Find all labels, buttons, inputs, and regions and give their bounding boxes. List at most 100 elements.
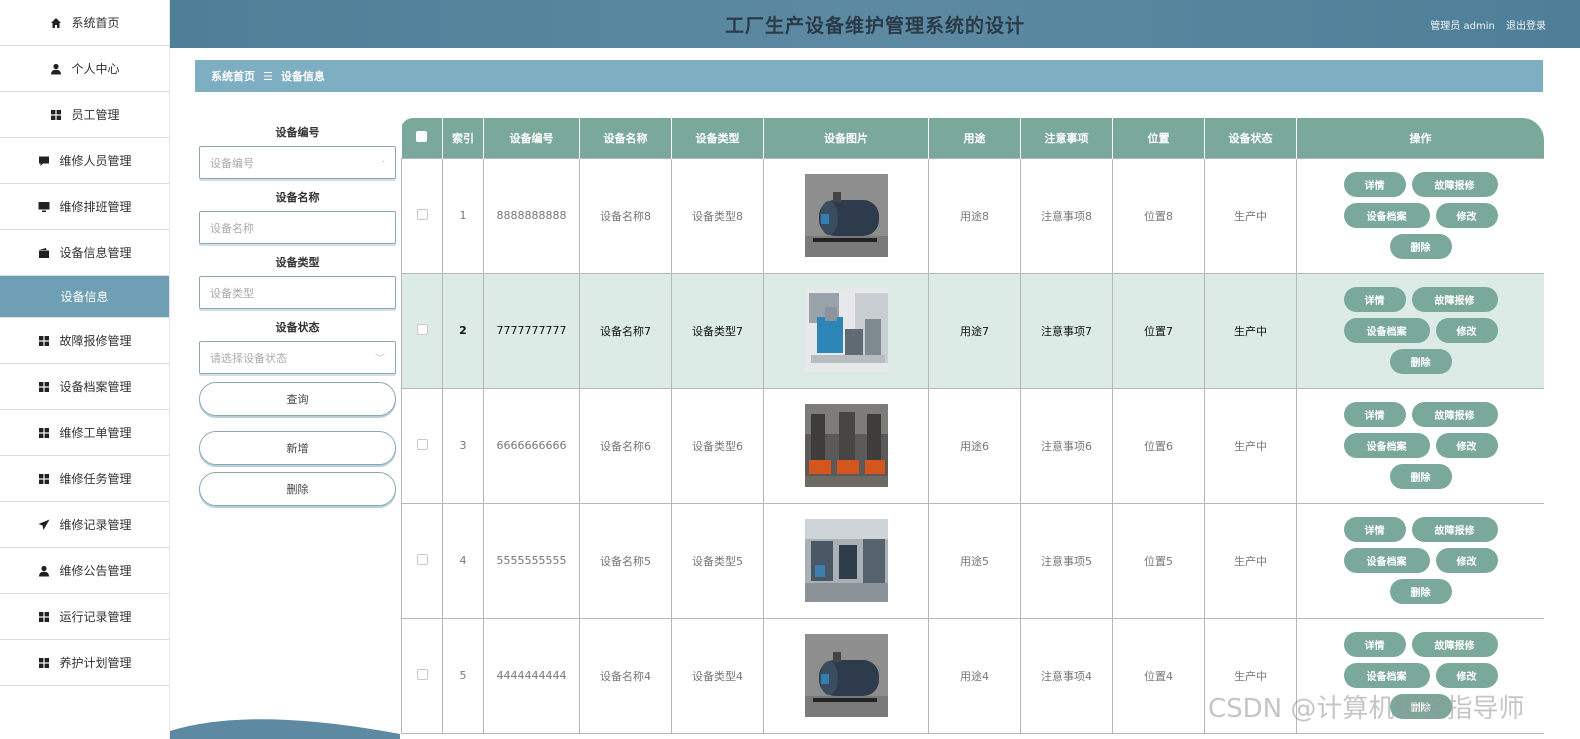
- sidebar-item[interactable]: 系统首页: [0, 0, 169, 46]
- delete-button[interactable]: 删除: [1389, 234, 1452, 259]
- row-checkbox[interactable]: [416, 323, 428, 335]
- cell-actions: 详情 故障报修设备档案 修改删除: [1296, 387, 1544, 504]
- detail-button[interactable]: 详情: [1343, 402, 1406, 427]
- row-select-cell: [401, 272, 443, 389]
- sidebar-item[interactable]: 维修记录管理: [0, 502, 169, 548]
- sidebar-item[interactable]: 设备信息: [0, 276, 169, 318]
- equipment-image[interactable]: [804, 289, 888, 372]
- cell-type: 设备类型8: [671, 157, 764, 274]
- row-checkbox[interactable]: [416, 553, 428, 565]
- fault-report-button[interactable]: 故障报修: [1411, 402, 1498, 427]
- cell-status: 生产中: [1204, 157, 1297, 274]
- sidebar-item-label: 维修任务管理: [59, 472, 132, 486]
- edit-button[interactable]: 修改: [1435, 318, 1498, 343]
- fault-report-button[interactable]: 故障报修: [1411, 287, 1498, 312]
- row-select-cell: [401, 502, 443, 619]
- edit-button[interactable]: 修改: [1435, 203, 1498, 228]
- edit-button[interactable]: 修改: [1435, 663, 1498, 688]
- cell-location: 位置4: [1112, 617, 1205, 734]
- sidebar-item[interactable]: 设备档案管理: [0, 364, 169, 410]
- table-row[interactable]: 1 8888888888 设备名称8 设备类型8 用途8 注意事项8 位置8 生产中 详情 故障报…: [401, 157, 1544, 274]
- sidebar-item[interactable]: 维修人员管理: [0, 138, 169, 184]
- logout-link[interactable]: 退出登录: [1506, 21, 1546, 32]
- cell-code: 4444444444: [483, 617, 580, 734]
- detail-button[interactable]: 详情: [1343, 632, 1406, 657]
- sidebar-item-label: 设备信息管理: [59, 246, 132, 260]
- cell-location: 位置7: [1112, 272, 1205, 389]
- edit-button[interactable]: 修改: [1435, 433, 1498, 458]
- equipment-image[interactable]: [804, 634, 888, 717]
- archive-button[interactable]: 设备档案: [1343, 318, 1430, 343]
- fault-report-button[interactable]: 故障报修: [1411, 172, 1498, 197]
- batch-delete-button[interactable]: 删除: [199, 472, 396, 506]
- query-button[interactable]: 查询: [199, 382, 396, 416]
- wallet-icon: [37, 246, 51, 260]
- sidebar-item[interactable]: 维修排班管理: [0, 184, 169, 230]
- chevron-down-icon: ﹀: [375, 354, 385, 365]
- row-checkbox[interactable]: [416, 208, 428, 220]
- sidebar-item[interactable]: 设备信息管理: [0, 230, 169, 276]
- sidebar-item-label: 故障报修管理: [59, 334, 132, 348]
- sidebar-item[interactable]: 员工管理: [0, 92, 169, 138]
- cell-note: 注意事项5: [1020, 502, 1113, 619]
- row-checkbox[interactable]: [416, 438, 428, 450]
- grid-icon: [37, 610, 51, 624]
- cell-use: 用途8: [928, 157, 1021, 274]
- table-row[interactable]: 4 5555555555 设备名称5 设备类型5 用途5 注意事项5 位置5 生产中 详情 故障报…: [401, 502, 1544, 619]
- edit-button[interactable]: 修改: [1435, 548, 1498, 573]
- cell-image: [763, 387, 929, 504]
- archive-button[interactable]: 设备档案: [1343, 433, 1430, 458]
- detail-button[interactable]: 详情: [1343, 517, 1406, 542]
- archive-button[interactable]: 设备档案: [1343, 548, 1430, 573]
- grid-icon: [37, 334, 51, 348]
- name-input[interactable]: 设备名称: [199, 211, 396, 244]
- fault-report-button[interactable]: 故障报修: [1411, 632, 1498, 657]
- sidebar-item[interactable]: 故障报修管理: [0, 318, 169, 364]
- sidebar-item[interactable]: 运行记录管理: [0, 594, 169, 640]
- cell-name: 设备名称8: [579, 157, 672, 274]
- cell-location: 位置6: [1112, 387, 1205, 504]
- grid-icon: [49, 108, 63, 122]
- cell-index: 3: [442, 387, 484, 504]
- type-input[interactable]: 设备类型: [199, 276, 396, 309]
- breadcrumb-home[interactable]: 系统首页: [211, 68, 255, 84]
- cell-note: 注意事项4: [1020, 617, 1113, 734]
- cell-code: 6666666666: [483, 387, 580, 504]
- select-all-checkbox[interactable]: [416, 130, 428, 142]
- detail-button[interactable]: 详情: [1343, 172, 1406, 197]
- delete-button[interactable]: 删除: [1389, 349, 1452, 374]
- code-input[interactable]: 设备编号 ·: [199, 146, 396, 179]
- equipment-image[interactable]: [804, 174, 888, 257]
- header-type: 设备类型: [671, 118, 764, 158]
- breadcrumb: 系统首页 ☰ 设备信息: [195, 60, 1543, 92]
- sidebar-item[interactable]: 个人中心: [0, 46, 169, 92]
- cell-use: 用途4: [928, 617, 1021, 734]
- archive-button[interactable]: 设备档案: [1343, 663, 1430, 688]
- cell-code: 5555555555: [483, 502, 580, 619]
- delete-button[interactable]: 删除: [1389, 464, 1452, 489]
- delete-button[interactable]: 删除: [1389, 579, 1452, 604]
- table-row[interactable]: 3 6666666666 设备名称6 设备类型6 用途6 注意事项6 位置6 生产中 详情 故障报…: [401, 387, 1544, 504]
- detail-button[interactable]: 详情: [1343, 287, 1406, 312]
- sidebar-item[interactable]: 维修任务管理: [0, 456, 169, 502]
- row-checkbox[interactable]: [416, 668, 428, 680]
- cell-type: 设备类型6: [671, 387, 764, 504]
- fault-report-button[interactable]: 故障报修: [1411, 517, 1498, 542]
- equipment-image[interactable]: [804, 519, 888, 602]
- sidebar-item[interactable]: 养护计划管理: [0, 640, 169, 686]
- row-select-cell: [401, 157, 443, 274]
- cell-status: 生产中: [1204, 387, 1297, 504]
- sidebar-item-label: 维修排班管理: [59, 200, 132, 214]
- sidebar-item[interactable]: 维修公告管理: [0, 548, 169, 594]
- row-select-cell: [401, 387, 443, 504]
- add-button[interactable]: 新增: [199, 431, 396, 465]
- sidebar-item[interactable]: 维修工单管理: [0, 410, 169, 456]
- archive-button[interactable]: 设备档案: [1343, 203, 1430, 228]
- status-select-placeholder: 请选择设备状态: [210, 351, 287, 365]
- cell-code: 7777777777: [483, 272, 580, 389]
- table-row[interactable]: 2 7777777777 设备名称7 设备类型7 用途7 注意事项7 位置7 生产中 详情 故障报…: [401, 272, 1544, 389]
- cell-name: 设备名称7: [579, 272, 672, 389]
- cell-use: 用途7: [928, 272, 1021, 389]
- equipment-image[interactable]: [804, 404, 888, 487]
- status-select[interactable]: 请选择设备状态 ﹀: [199, 341, 396, 374]
